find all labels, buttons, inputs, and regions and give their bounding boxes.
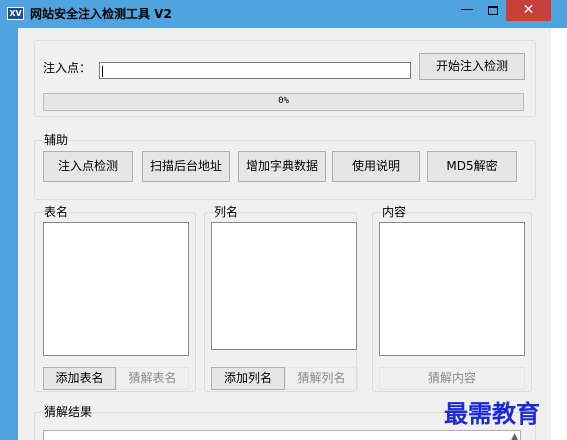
start-detection-button[interactable]: 开始注入检测: [419, 53, 525, 80]
md5-decrypt-button[interactable]: MD5解密: [427, 151, 517, 182]
progress-bar: 0%: [43, 93, 524, 111]
add-table-button[interactable]: 添加表名: [43, 367, 116, 390]
scan-admin-button[interactable]: 扫描后台地址: [142, 151, 230, 182]
title-bar[interactable]: XV 网站安全注入检测工具 V2 — ✕: [0, 0, 567, 28]
injection-point-check-button[interactable]: 注入点检测: [43, 151, 133, 182]
close-button[interactable]: ✕: [506, 0, 551, 21]
add-column-button[interactable]: 添加列名: [211, 367, 285, 390]
columns-group-title: 列名: [213, 205, 240, 219]
client-area: 注入点： 开始注入检测 0% 辅助 注入点检测 扫描后台地址 增加字典数据 使用…: [18, 28, 551, 440]
result-group-title: 猜解结果: [43, 405, 94, 419]
watermark: 最需教育: [444, 399, 540, 428]
text-caret: [102, 66, 103, 77]
aux-group-title: 辅助: [43, 133, 70, 147]
window-title: 网站安全注入检测工具 V2: [30, 7, 172, 21]
columns-group: 列名 添加列名 猜解列名: [204, 205, 358, 392]
guess-columns-button[interactable]: 猜解列名: [285, 367, 358, 390]
content-listbox[interactable]: [379, 222, 525, 356]
tables-group: 表名 添加表名 猜解表名: [34, 205, 196, 392]
scroll-up-icon[interactable]: ▲: [511, 432, 518, 440]
injection-point-label: 注入点：: [43, 61, 92, 75]
tables-listbox[interactable]: [43, 222, 189, 356]
maximize-icon: [488, 6, 498, 15]
guess-tables-button[interactable]: 猜解表名: [116, 367, 189, 390]
aux-group: 辅助 注入点检测 扫描后台地址 增加字典数据 使用说明 MD5解密: [34, 133, 536, 200]
maximize-button[interactable]: [480, 0, 506, 21]
content-group-title: 内容: [381, 205, 408, 219]
injection-point-input[interactable]: [99, 62, 411, 79]
minimize-button[interactable]: —: [454, 0, 480, 21]
result-textbox[interactable]: ▲: [43, 430, 521, 440]
progress-text: 0%: [278, 96, 289, 106]
add-dictionary-button[interactable]: 增加字典数据: [238, 151, 326, 182]
app-window: XV 网站安全注入检测工具 V2 — ✕ 注入点： 开始注入检测 0% 辅助 注…: [0, 0, 567, 440]
instructions-button[interactable]: 使用说明: [332, 151, 420, 182]
columns-listbox[interactable]: [211, 222, 357, 350]
guess-content-button[interactable]: 猜解内容: [379, 367, 525, 390]
window-edge: [551, 28, 567, 440]
app-icon: XV: [7, 7, 24, 20]
injection-group: 注入点： 开始注入检测 0%: [34, 40, 536, 117]
tables-group-title: 表名: [43, 205, 70, 219]
content-group: 内容 猜解内容: [372, 205, 532, 392]
